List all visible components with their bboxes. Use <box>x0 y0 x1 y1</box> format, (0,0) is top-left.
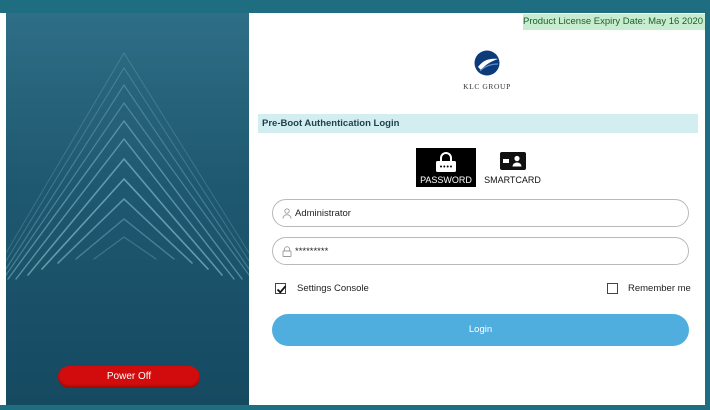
power-off-button[interactable]: Power Off <box>58 366 200 388</box>
password-keypad-icon <box>436 152 456 172</box>
remember-me-checkbox[interactable] <box>607 283 618 294</box>
tab-password-label: PASSWORD <box>420 175 472 185</box>
checkmark-icon <box>276 285 287 294</box>
login-button[interactable]: Login <box>272 314 689 346</box>
login-window: Power Off Product License Expiry Date: M… <box>0 0 710 410</box>
chevron-lines-decoration <box>6 52 249 280</box>
password-field[interactable] <box>272 237 689 265</box>
username-input[interactable] <box>295 205 675 221</box>
tab-smartcard-label: SMARTCARD <box>484 175 541 185</box>
user-icon <box>282 208 292 219</box>
smartcard-icon <box>500 152 526 170</box>
page-title: Pre-Boot Authentication Login <box>258 114 698 133</box>
klc-globe-logo-icon <box>474 50 500 76</box>
tab-smartcard[interactable]: SMARTCARD <box>479 148 546 187</box>
right-frame-edge <box>705 0 710 410</box>
remember-me-label: Remember me <box>628 283 691 294</box>
top-frame-strip <box>0 0 710 13</box>
settings-console-checkbox[interactable] <box>275 283 287 294</box>
username-field[interactable] <box>272 199 689 227</box>
settings-console-label: Settings Console <box>297 283 369 294</box>
lock-icon <box>282 246 292 257</box>
tab-password[interactable]: PASSWORD <box>416 148 476 187</box>
logo-text: KLC GROUP <box>463 82 511 91</box>
left-decorative-panel: Power Off <box>6 13 249 405</box>
password-input[interactable] <box>295 243 675 259</box>
company-logo: KLC GROUP <box>454 50 520 100</box>
license-expiry-banner: Product License Expiry Date: May 16 2020 <box>523 14 705 30</box>
bottom-frame-strip <box>0 405 710 410</box>
